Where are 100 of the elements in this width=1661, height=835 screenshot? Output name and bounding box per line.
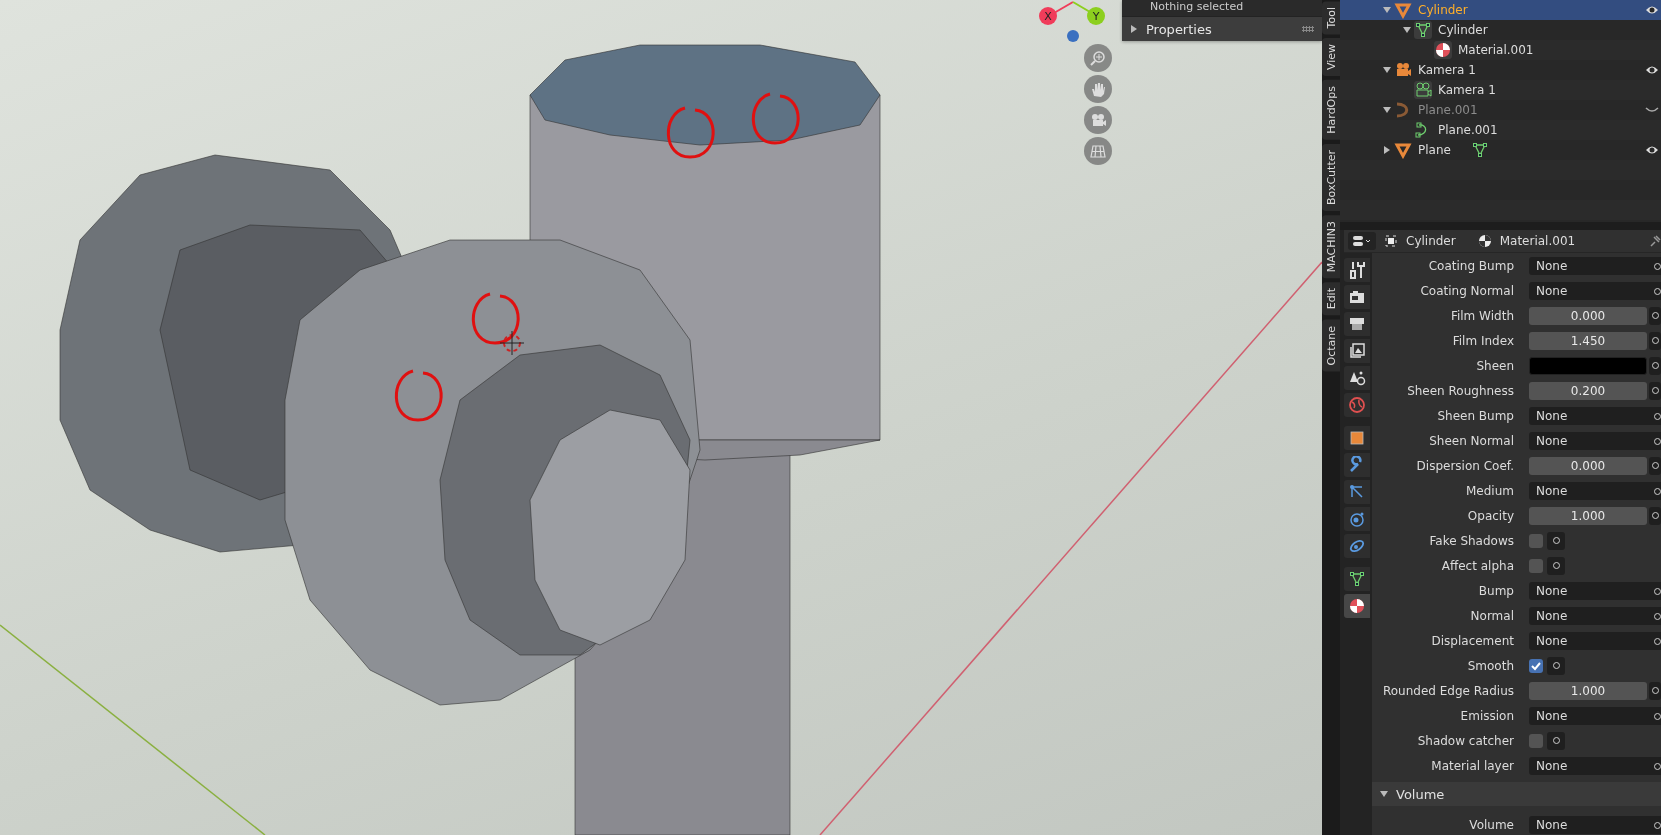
axis-label: X [1044, 10, 1052, 23]
properties-panel-header[interactable]: Properties [1122, 16, 1322, 41]
sidebar-tab[interactable]: MACHIN3 [1322, 215, 1340, 279]
outliner-row[interactable]: Kamera 1 [1340, 60, 1661, 80]
tool-icon [1348, 261, 1366, 279]
grid-button[interactable] [1084, 137, 1112, 165]
properties-tab[interactable] [1344, 567, 1370, 591]
properties-tab[interactable] [1344, 594, 1370, 618]
sidebar-tab[interactable]: Octane [1322, 319, 1340, 372]
properties-tab[interactable] [1344, 312, 1370, 336]
property-label: Affect alpha [1440, 558, 1515, 573]
sidebar-tab[interactable]: View [1322, 38, 1340, 77]
properties-tab[interactable] [1344, 507, 1370, 531]
camera-icon [1394, 61, 1412, 79]
mesh-triangle-icon[interactable] [1470, 141, 1489, 159]
axis-gizmo[interactable]: X Y [1034, 0, 1114, 50]
property-label: Displacement [1430, 633, 1515, 648]
material-name: Material.001 [1499, 234, 1576, 248]
disclosure-arrow-icon[interactable] [1383, 66, 1391, 74]
zoom-button[interactable] [1084, 44, 1112, 72]
disclosure-arrow-icon[interactable] [1383, 146, 1391, 154]
keyframe-button[interactable] [1649, 331, 1661, 350]
axis-line [1072, 1, 1091, 13]
checkbox[interactable] [1529, 733, 1543, 748]
properties-tab[interactable] [1344, 339, 1370, 363]
properties-tab[interactable] [1344, 453, 1370, 477]
expand-arrow-icon[interactable] [1380, 790, 1388, 798]
properties-tab[interactable] [1344, 534, 1370, 558]
outliner-row[interactable]: Plane [1340, 140, 1661, 160]
eye-icon[interactable] [1645, 4, 1659, 16]
sidebar-tab[interactable]: BoxCutter [1322, 144, 1340, 212]
link-field[interactable]: None [1529, 606, 1661, 625]
link-field[interactable]: None [1529, 706, 1661, 725]
link-field[interactable]: None [1529, 815, 1661, 834]
property-label: Film Width [1449, 308, 1515, 323]
keyframe-button[interactable] [1649, 306, 1661, 325]
keyframe-button[interactable] [1547, 731, 1565, 750]
properties-tab[interactable] [1344, 285, 1370, 309]
sidebar-tab[interactable]: Edit [1322, 282, 1340, 316]
properties-tab[interactable] [1344, 480, 1370, 504]
property-label: Shadow catcher [1416, 733, 1515, 748]
keyframe-button[interactable] [1649, 456, 1661, 475]
keyframe-button[interactable] [1649, 381, 1661, 400]
number-field[interactable]: 1.000 [1529, 506, 1647, 525]
link-field[interactable]: None [1529, 406, 1661, 425]
hand-button[interactable] [1084, 75, 1112, 103]
checkbox[interactable] [1529, 558, 1543, 573]
image-stack-icon [1348, 342, 1366, 360]
link-field[interactable]: None [1529, 256, 1661, 275]
mesh-triangle-icon [1348, 570, 1366, 588]
properties-tab[interactable] [1344, 426, 1370, 450]
properties-tab[interactable] [1344, 258, 1370, 282]
checkbox[interactable] [1529, 533, 1543, 548]
triangle-icon [1394, 1, 1412, 19]
outliner-row[interactable]: Cylinder [1340, 0, 1661, 20]
number-field[interactable]: 1.450 [1529, 331, 1647, 350]
editor-type-dropdown[interactable] [1348, 232, 1376, 250]
expand-arrow-icon[interactable] [1130, 25, 1138, 33]
color-swatch[interactable] [1529, 356, 1647, 375]
link-field[interactable]: None [1529, 281, 1661, 300]
outliner-row[interactable]: Cylinder [1340, 20, 1661, 40]
properties-tab[interactable] [1344, 366, 1370, 390]
drag-grip-icon[interactable] [1302, 26, 1314, 32]
property-label: Opacity [1466, 508, 1515, 523]
mesh-triangle-icon [1414, 21, 1432, 39]
link-field[interactable]: None [1529, 631, 1661, 650]
viewport-background[interactable]: X Y Nothing selected Properties [0, 0, 1322, 835]
keyframe-button[interactable] [1649, 506, 1661, 525]
number-field[interactable]: 0.200 [1529, 381, 1647, 400]
camera-outline-icon [1414, 81, 1432, 99]
keyframe-button[interactable] [1649, 681, 1661, 700]
outliner-row[interactable]: Plane.001 [1340, 100, 1661, 120]
cursor-3d-icon [499, 330, 525, 356]
keyframe-button[interactable] [1547, 656, 1565, 675]
keyframe-button[interactable] [1649, 356, 1661, 375]
sidebar-tab[interactable]: Tool [1322, 1, 1340, 35]
keyframe-button[interactable] [1547, 531, 1565, 550]
property-label: Coating Normal [1419, 283, 1515, 298]
eye-icon[interactable] [1645, 64, 1659, 76]
outliner-item-name: Kamera 1 [1418, 63, 1476, 77]
pin-icon[interactable] [1649, 234, 1661, 248]
editor-type-icon [1352, 235, 1372, 247]
disclosure-arrow-icon[interactable] [1403, 26, 1411, 34]
disclosure-arrow-icon[interactable] [1383, 106, 1391, 114]
number-field[interactable]: 0.000 [1529, 306, 1647, 325]
number-field[interactable]: 0.000 [1529, 456, 1647, 475]
property-label: Emission [1459, 708, 1515, 723]
scene-icon [1348, 369, 1366, 387]
link-field[interactable]: None [1529, 756, 1661, 775]
panel-header[interactable]: Volume [1372, 782, 1661, 806]
camera-button[interactable] [1084, 106, 1112, 134]
link-field[interactable]: None [1529, 481, 1661, 500]
keyframe-button[interactable] [1547, 556, 1565, 575]
sidebar-tab[interactable]: HardOps [1322, 80, 1340, 141]
checkbox[interactable] [1529, 658, 1543, 673]
disclosure-arrow-icon[interactable] [1383, 6, 1391, 14]
eye-icon[interactable] [1645, 144, 1659, 156]
link-field[interactable]: None [1529, 581, 1661, 600]
number-field[interactable]: 1.000 [1529, 681, 1647, 700]
link-field[interactable]: None [1529, 431, 1661, 450]
